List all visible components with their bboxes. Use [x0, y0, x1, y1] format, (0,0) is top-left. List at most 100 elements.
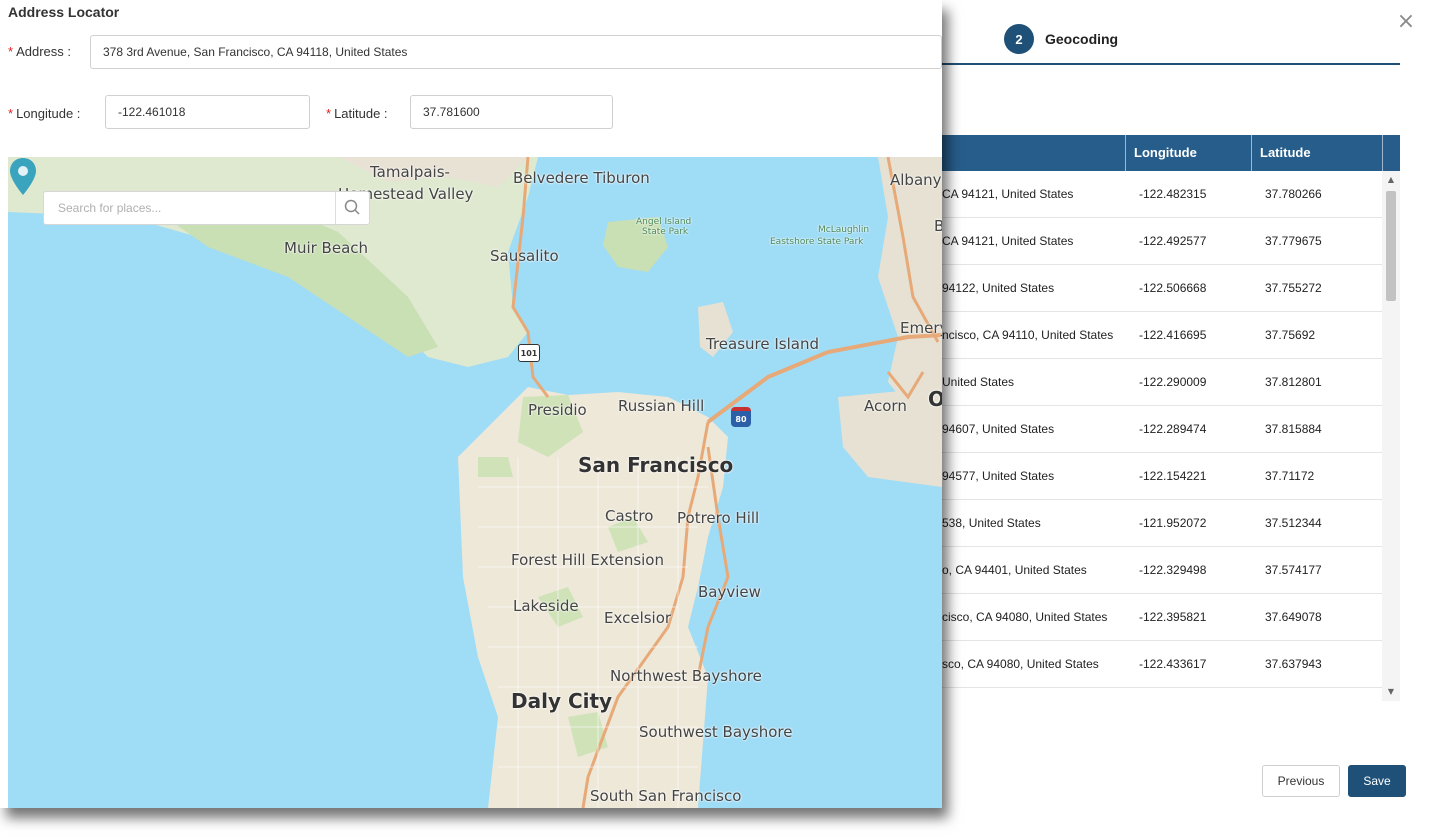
scroll-down-icon[interactable]: ▼: [1386, 687, 1396, 697]
step-number: 2: [1004, 24, 1034, 54]
scroll-up-icon[interactable]: ▲: [1386, 175, 1396, 185]
step-underline: [930, 63, 1400, 65]
cell-address: CA 94121, United States: [942, 234, 1074, 248]
location-pin-icon[interactable]: [8, 157, 38, 197]
map-label-lakeside: Lakeside: [513, 597, 579, 615]
previous-button[interactable]: Previous: [1262, 765, 1340, 797]
cell-address: United States: [942, 375, 1015, 389]
map-label-san-francisco: San Francisco: [578, 453, 734, 477]
cell-latitude: 37.779675: [1265, 234, 1322, 248]
map-label-sausalito: Sausalito: [490, 247, 559, 265]
close-icon[interactable]: ×: [1396, 11, 1416, 33]
cell-latitude: 37.75692: [1265, 328, 1316, 342]
address-label-text: Address :: [16, 44, 71, 59]
cell-address: CA 94121, United States: [942, 187, 1074, 201]
cell-longitude: -122.492577: [1139, 234, 1207, 248]
cell-longitude: -121.952072: [1139, 516, 1207, 530]
column-header-spacer: [1382, 135, 1400, 171]
highway-101-shield: 101: [518, 344, 540, 362]
grid-scrollbar[interactable]: ▲ ▼: [1382, 171, 1400, 701]
longitude-label: * Longitude :: [8, 106, 80, 121]
map-label-emery: Emery: [900, 319, 942, 337]
map-label-russian-hill: Russian Hill: [618, 397, 705, 415]
map-label-angel-island: Angel Island: [636, 217, 692, 227]
map-search-placeholder: Search for places...: [58, 201, 162, 215]
step-label: Geocoding: [1045, 31, 1119, 47]
column-header-latitude[interactable]: Latitude: [1251, 135, 1382, 171]
latitude-field[interactable]: 37.781600: [410, 95, 613, 129]
map-label-treasure-island: Treasure Island: [706, 335, 819, 353]
map-label-tamalpais: Tamalpais-: [370, 163, 450, 181]
map-label-mclaughlin-park: Eastshore State Park: [770, 237, 864, 247]
map-terrain: [8, 157, 942, 808]
map-label-south-san-francisco: South San Francisco: [590, 787, 742, 805]
latitude-label-text: Latitude :: [334, 106, 388, 121]
interstate-80-shield: 80: [731, 407, 751, 427]
column-header-longitude[interactable]: Longitude: [1125, 135, 1251, 171]
grid-header: Longitude Latitude: [930, 135, 1400, 171]
save-button[interactable]: Save: [1348, 765, 1406, 797]
cell-longitude: -122.395821: [1139, 610, 1207, 624]
cell-address: 538, United States: [942, 516, 1041, 530]
map-label-mclaughlin: McLaughlin: [818, 225, 870, 235]
table-row[interactable]: cisco, CA 94080, United States -122.39582…: [930, 594, 1382, 641]
address-locator-dialog: Address Locator * Address : 378 3rd Avenu…: [0, 0, 942, 808]
table-row[interactable]: 94607, United States -122.289474 37.815884: [930, 406, 1382, 453]
cell-longitude: -122.329498: [1139, 563, 1207, 577]
search-icon[interactable]: [335, 192, 369, 224]
table-row[interactable]: 94122, United States -122.506668 37.755272: [930, 265, 1382, 312]
cell-longitude: -122.506668: [1139, 281, 1207, 295]
dialog-title: Address Locator: [8, 4, 120, 20]
results-grid: Longitude Latitude CA 94121, United Stat…: [930, 135, 1400, 701]
map-label-muir-beach: Muir Beach: [284, 239, 369, 257]
map-label-angel-island-park: State Park: [642, 227, 689, 237]
map-label-excelsior: Excelsior: [604, 609, 672, 627]
longitude-label-text: Longitude :: [16, 106, 81, 121]
map-label-acorn: Acorn: [864, 397, 907, 415]
table-row[interactable]: CA 94121, United States -122.492577 37.779…: [930, 218, 1382, 265]
map-label-albany: Albany: [890, 171, 942, 189]
map-label-o: O: [928, 387, 942, 411]
longitude-field[interactable]: -122.461018: [105, 95, 310, 129]
map-label-forest-hill: Forest Hill Extension: [511, 551, 664, 569]
scroll-thumb[interactable]: [1386, 191, 1396, 301]
cell-address: cisco, CA 94080, United States: [942, 610, 1108, 624]
map-label-b: B: [934, 217, 942, 235]
table-row[interactable]: 538, United States -121.952072 37.512344: [930, 500, 1382, 547]
map-label-bayview: Bayview: [698, 583, 761, 601]
cell-address: sco, CA 94080, United States: [942, 657, 1099, 671]
table-row[interactable]: United States -122.290009 37.812801: [930, 359, 1382, 406]
map-view[interactable]: 101 80 Tamalpais- Homestead Valley Belve…: [8, 157, 942, 808]
address-label: * Address :: [8, 44, 71, 59]
required-mark: *: [8, 44, 14, 59]
cell-latitude: 37.649078: [1265, 610, 1322, 624]
cell-latitude: 37.755272: [1265, 281, 1322, 295]
cell-latitude: 37.71172: [1265, 469, 1315, 483]
required-mark: *: [326, 106, 332, 121]
table-row[interactable]: ncisco, CA 94110, United States -122.4166…: [930, 312, 1382, 359]
cell-address: 94577, United States: [942, 469, 1055, 483]
map-label-presidio: Presidio: [528, 401, 587, 419]
cell-latitude: 37.574177: [1265, 563, 1322, 577]
cell-longitude: -122.433617: [1139, 657, 1207, 671]
cell-latitude: 37.780266: [1265, 187, 1322, 201]
map-label-daly-city: Daly City: [511, 689, 613, 713]
map-label-castro: Castro: [605, 507, 654, 525]
table-row[interactable]: 94577, United States -122.154221 37.71172: [930, 453, 1382, 500]
cell-address: 94607, United States: [942, 422, 1055, 436]
address-field[interactable]: 378 3rd Avenue, San Francisco, CA 94118,…: [90, 35, 942, 69]
cell-longitude: -122.482315: [1139, 187, 1207, 201]
cell-latitude: 37.512344: [1265, 516, 1322, 530]
map-search-input[interactable]: Search for places...: [43, 191, 370, 225]
cell-latitude: 37.815884: [1265, 422, 1322, 436]
cell-latitude: 37.637943: [1265, 657, 1322, 671]
cell-longitude: -122.416695: [1139, 328, 1207, 342]
cell-longitude: -122.154221: [1139, 469, 1207, 483]
map-label-southwest-bayshore: Southwest Bayshore: [639, 723, 793, 741]
cell-address: ncisco, CA 94110, United States: [942, 328, 1114, 342]
table-row[interactable]: CA 94121, United States -122.482315 37.780…: [930, 171, 1382, 218]
cell-latitude: 37.812801: [1265, 375, 1322, 389]
table-row[interactable]: sco, CA 94080, United States -122.433617 3…: [930, 641, 1382, 688]
table-row[interactable]: o, CA 94401, United States -122.329498 37.…: [930, 547, 1382, 594]
cell-address: 94122, United States: [942, 281, 1055, 295]
